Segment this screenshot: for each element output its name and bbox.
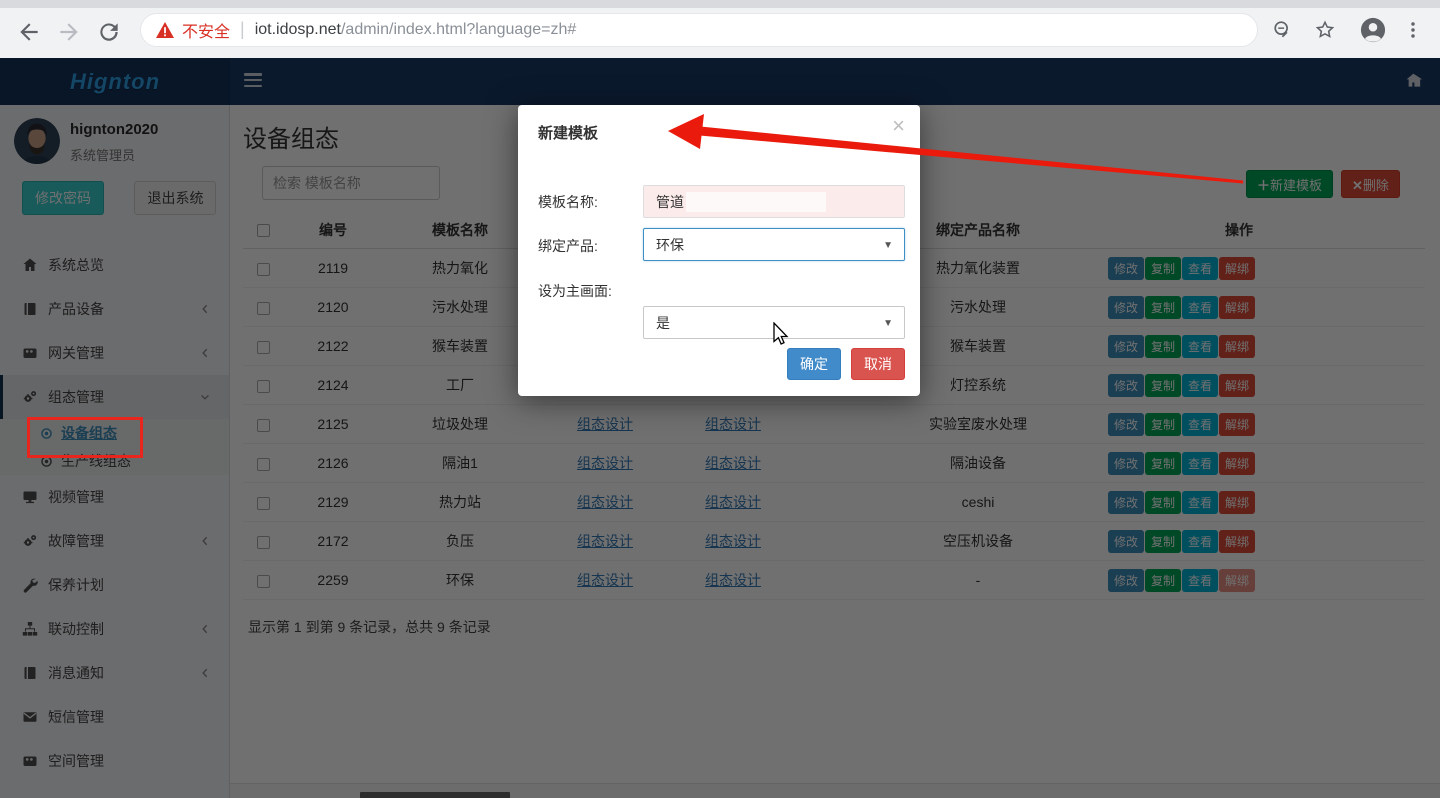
main-screen-label: 设为主画面: [538, 281, 612, 301]
profile-avatar-icon[interactable] [1360, 17, 1386, 43]
address-bar[interactable]: 不安全 | iot.idosp.net/admin/index.html?lan… [140, 13, 1258, 47]
back-icon[interactable] [16, 19, 42, 45]
modal-title: 新建模板 [538, 122, 598, 143]
url-domain[interactable]: iot.idosp.net [255, 21, 341, 39]
security-warning[interactable]: 不安全 [182, 18, 230, 42]
main-screen-select[interactable]: 是▼ [643, 306, 905, 339]
url-path[interactable]: /admin/index.html?language=zh# [341, 21, 576, 39]
zoom-out-icon[interactable] [1272, 19, 1294, 41]
reload-icon[interactable] [96, 19, 122, 45]
template-name-input[interactable]: 管道 [643, 185, 905, 218]
app-window: Hignton hignton2020 系统管理员 修改密码 退出系统 [0, 58, 1440, 798]
bind-product-select[interactable]: 环保▼ [643, 228, 905, 261]
annotation-red-box [27, 417, 143, 458]
forward-icon[interactable] [56, 19, 82, 45]
browser-menu-icon[interactable] [1402, 19, 1424, 41]
browser-chrome: 不安全 | iot.idosp.net/admin/index.html?lan… [0, 0, 1440, 58]
screen: 不安全 | iot.idosp.net/admin/index.html?lan… [0, 0, 1440, 798]
close-icon[interactable]: × [892, 115, 905, 137]
bookmark-star-icon[interactable] [1314, 19, 1336, 41]
template-name-label: 模板名称: [538, 192, 598, 212]
cancel-button[interactable]: 取消 [851, 348, 905, 380]
bind-product-label: 绑定产品: [538, 236, 598, 256]
url-separator: | [240, 19, 245, 40]
text-selection-highlight [686, 192, 826, 212]
confirm-button[interactable]: 确定 [787, 348, 841, 380]
dropdown-caret-icon: ▼ [883, 240, 893, 251]
warning-icon [155, 21, 175, 39]
new-template-modal: 新建模板 × 模板名称: 管道 绑定产品: 环保▼ 设为主画面: 是▼ 确定 取… [518, 105, 920, 396]
dropdown-caret-icon: ▼ [883, 318, 893, 329]
